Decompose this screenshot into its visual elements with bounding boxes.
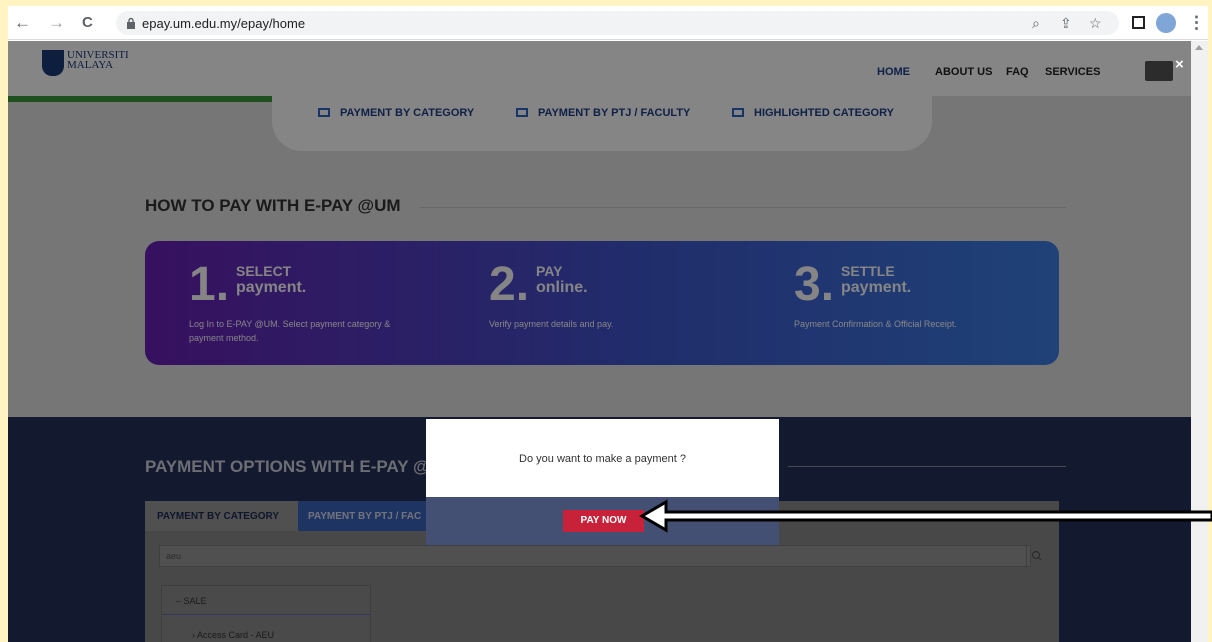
- payment-confirm-dialog: Do you want to make a payment ? PAY NOW: [426, 419, 779, 545]
- browser-toolbar: ← → C epay.um.edu.my/epay/home ⌕ ⇪ ☆ ⋮: [8, 6, 1208, 40]
- page-content: UNIVERSITI MALAYA HOME ABOUT US FAQ SERV…: [8, 41, 1191, 642]
- close-icon[interactable]: ×: [1175, 56, 1184, 73]
- scrollbar[interactable]: [1191, 41, 1208, 642]
- browser-window: ← → C epay.um.edu.my/epay/home ⌕ ⇪ ☆ ⋮ U…: [8, 6, 1208, 642]
- dialog-body: Do you want to make a payment ?: [426, 419, 779, 497]
- forward-button[interactable]: →: [48, 13, 65, 33]
- share-icon[interactable]: ⇪: [1060, 15, 1072, 32]
- bookmark-star-icon[interactable]: ☆: [1089, 15, 1102, 32]
- reload-button[interactable]: C: [82, 13, 93, 33]
- address-bar[interactable]: epay.um.edu.my/epay/home ⌕ ⇪ ☆: [116, 11, 1119, 35]
- dialog-footer: PAY NOW: [426, 497, 779, 545]
- url-text: epay.um.edu.my/epay/home: [142, 16, 306, 31]
- side-panel-icon[interactable]: [1132, 16, 1145, 29]
- dialog-message: Do you want to make a payment ?: [519, 453, 686, 465]
- menu-kebab-icon[interactable]: ⋮: [1188, 13, 1205, 33]
- back-button[interactable]: ←: [14, 13, 31, 33]
- modal-backdrop: [8, 41, 1191, 642]
- profile-avatar[interactable]: [1156, 13, 1176, 33]
- pay-now-button[interactable]: PAY NOW: [563, 510, 644, 532]
- scroll-up-arrow-icon[interactable]: [1195, 45, 1203, 50]
- lock-icon: [127, 17, 135, 29]
- zoom-icon[interactable]: ⌕: [1032, 15, 1040, 32]
